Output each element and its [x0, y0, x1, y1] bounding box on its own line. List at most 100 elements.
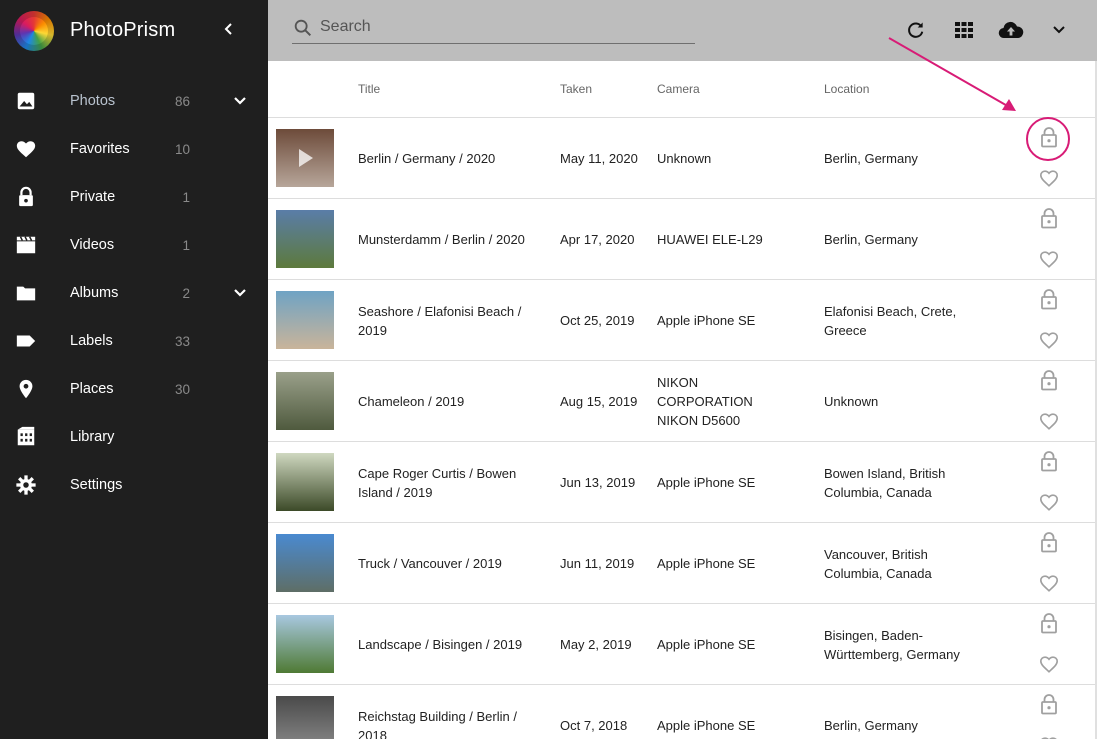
photo-title[interactable]: Berlin / Germany / 2020	[358, 118, 528, 199]
table-row[interactable]: Seashore / Elafonisi Beach / 2019 Oct 25,…	[268, 280, 1095, 361]
table-row[interactable]: Reichstag Building / Berlin / 2018 Oct 7,…	[268, 685, 1095, 739]
photo-title[interactable]: Munsterdamm / Berlin / 2020	[358, 199, 528, 280]
photo-taken-date: Apr 17, 2020	[560, 199, 640, 280]
column-header-taken[interactable]: Taken	[560, 82, 592, 96]
refresh-button[interactable]	[903, 17, 929, 43]
sidebar-item-albums[interactable]: Albums 2	[0, 269, 268, 317]
photo-location: Berlin, Germany	[824, 199, 984, 280]
favorite-toggle-button[interactable]	[1037, 328, 1061, 352]
photo-camera: NIKON CORPORATION NIKON D5600	[657, 361, 787, 442]
photo-camera-text: NIKON CORPORATION NIKON D5600	[657, 375, 753, 428]
sidebar-item-library[interactable]: Library	[0, 413, 268, 461]
column-header-camera[interactable]: Camera	[657, 82, 700, 96]
photo-thumbnail[interactable]	[276, 372, 334, 430]
photo-location: Berlin, Germany	[824, 685, 984, 739]
private-toggle-button[interactable]	[1038, 531, 1060, 553]
photo-title[interactable]: Reichstag Building / Berlin / 2018	[358, 685, 528, 739]
sidebar-item-photos[interactable]: Photos 86	[0, 77, 268, 125]
collapse-sidebar-button[interactable]	[218, 18, 240, 40]
photo-thumbnail[interactable]	[276, 291, 334, 349]
view-mode-button[interactable]	[951, 17, 977, 43]
photo-title[interactable]: Cape Roger Curtis / Bowen Island / 2019	[358, 442, 528, 523]
table-row[interactable]: Berlin / Germany / 2020 May 11, 2020 Unkno…	[268, 118, 1095, 199]
photo-taken-date-text: Apr 17, 2020	[560, 232, 635, 247]
table-row[interactable]: Munsterdamm / Berlin / 2020 Apr 17, 2020 H…	[268, 199, 1095, 280]
photo-title-text: Reichstag Building / Berlin / 2018	[358, 708, 517, 739]
refresh-icon	[908, 22, 924, 38]
more-menu-button[interactable]	[1046, 17, 1072, 43]
photo-title[interactable]: Truck / Vancouver / 2019	[358, 523, 528, 604]
chevron-down-icon[interactable]	[231, 90, 249, 112]
chevron-down-icon	[1053, 26, 1065, 34]
column-header-title[interactable]: Title	[358, 82, 380, 96]
table-row[interactable]: Truck / Vancouver / 2019 Jun 11, 2019 Appl…	[268, 523, 1095, 604]
heart-icon	[15, 138, 37, 160]
photo-camera-text: Apple iPhone SE	[657, 475, 756, 490]
sidebar-item-label: Labels	[70, 333, 113, 349]
photo-camera-text: Apple iPhone SE	[657, 556, 756, 571]
photo-thumbnail[interactable]	[276, 129, 334, 187]
upload-cloud-icon	[998, 21, 1024, 39]
photo-title-text: Landscape / Bisingen / 2019	[358, 637, 523, 652]
private-toggle-button[interactable]	[1038, 612, 1060, 634]
favorite-toggle-button[interactable]	[1037, 247, 1061, 271]
sidebar-item-places[interactable]: Places 30	[0, 365, 268, 413]
table-row[interactable]: Landscape / Bisingen / 2019 May 2, 2019 Ap…	[268, 604, 1095, 685]
private-toggle-button[interactable]	[1038, 450, 1060, 472]
sidebar-item-labels[interactable]: Labels 33	[0, 317, 268, 365]
upload-button[interactable]	[998, 17, 1024, 43]
photo-camera: Apple iPhone SE	[657, 604, 787, 685]
photo-location: Bowen Island, British Columbia, Canada	[824, 442, 984, 523]
photo-thumbnail[interactable]	[276, 615, 334, 673]
photo-location-text: Unknown	[824, 394, 879, 409]
sidebar-item-count: 86	[174, 93, 190, 109]
favorite-toggle-button[interactable]	[1037, 409, 1061, 433]
photo-location-text: Berlin, Germany	[824, 718, 918, 733]
sidebar-item-favorites[interactable]: Favorites 10	[0, 125, 268, 173]
favorite-toggle-button[interactable]	[1037, 652, 1061, 676]
clapperboard-icon	[15, 234, 37, 256]
photo-taken-date: Jun 13, 2019	[560, 442, 640, 523]
favorite-toggle-button[interactable]	[1037, 166, 1061, 190]
private-toggle-button[interactable]	[1038, 207, 1060, 229]
sidebar-item-private[interactable]: Private 1	[0, 173, 268, 221]
photo-thumbnail[interactable]	[276, 534, 334, 592]
table-body: Berlin / Germany / 2020 May 11, 2020 Unkno…	[268, 118, 1095, 739]
unlock-icon	[1041, 127, 1057, 148]
photo-title-text: Seashore / Elafonisi Beach / 2019	[358, 303, 522, 338]
favorite-toggle-button[interactable]	[1037, 490, 1061, 514]
photo-thumbnail[interactable]	[276, 210, 334, 268]
sidebar-item-count: 1	[182, 189, 190, 205]
photo-thumbnail[interactable]	[276, 453, 334, 511]
photo-taken-date-text: May 11, 2020	[560, 151, 638, 166]
sidebar-nav: Photos 86 Favorites 10 Private 1 Videos 1 Albums…	[0, 77, 268, 509]
photo-title[interactable]: Seashore / Elafonisi Beach / 2019	[358, 280, 528, 361]
favorite-toggle-button[interactable]	[1037, 571, 1061, 595]
table-row[interactable]: Cape Roger Curtis / Bowen Island / 2019 J…	[268, 442, 1095, 523]
sidebar-item-label: Private	[70, 189, 116, 205]
sidebar: PhotoPrism Photos 86 Favorites 10 Private 1 Vi…	[0, 0, 268, 739]
photo-taken-date-text: Oct 7, 2018	[560, 718, 628, 733]
private-toggle-button[interactable]	[1038, 126, 1060, 148]
sidebar-item-videos[interactable]: Videos 1	[0, 221, 268, 269]
chevron-down-icon[interactable]	[231, 282, 249, 304]
sidebar-item-label: Library	[70, 429, 115, 445]
search-input[interactable]	[320, 16, 690, 38]
photo-title[interactable]: Landscape / Bisingen / 2019	[358, 604, 528, 685]
photo-camera-text: Unknown	[657, 151, 712, 166]
table-row[interactable]: Chameleon / 2019 Aug 15, 2019 NIKON CORPOR…	[268, 361, 1095, 442]
private-toggle-button[interactable]	[1038, 288, 1060, 310]
heart-outline-icon	[1039, 170, 1059, 187]
private-toggle-button[interactable]	[1038, 369, 1060, 391]
sidebar-item-label: Albums	[70, 285, 119, 301]
photo-taken-date-text: Jun 13, 2019	[560, 475, 636, 490]
column-header-location[interactable]: Location	[824, 82, 869, 96]
photo-title[interactable]: Chameleon / 2019	[358, 361, 528, 442]
photo-camera: Unknown	[657, 118, 787, 199]
photo-camera-text: Apple iPhone SE	[657, 718, 756, 733]
favorite-toggle-button[interactable]	[1037, 733, 1061, 739]
sidebar-item-settings[interactable]: Settings	[0, 461, 268, 509]
photo-thumbnail[interactable]	[276, 696, 334, 739]
private-toggle-button[interactable]	[1038, 693, 1060, 715]
play-icon	[299, 149, 313, 167]
